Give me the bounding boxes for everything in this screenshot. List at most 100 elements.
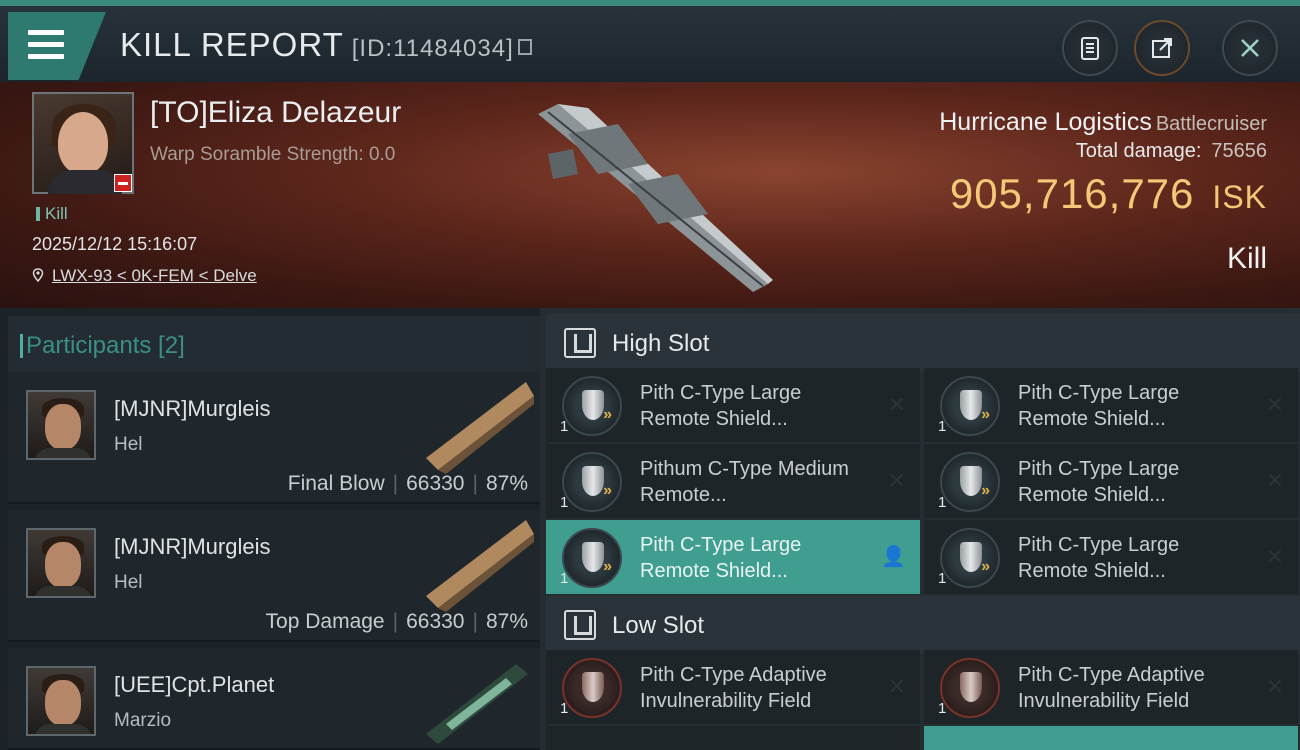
victim-ship: Hurricane Logistics Battlecruiser: [939, 108, 1267, 137]
module-name: Pith C-Type Large Remote Shield...: [640, 534, 802, 582]
module-item[interactable]: » 1 Pith C-Type Large Remote Shield... 👤: [546, 520, 920, 594]
victim-avatar[interactable]: [32, 92, 134, 194]
avatar-body: [34, 586, 92, 596]
avatar-face: [45, 542, 81, 588]
damage-value: 66330: [406, 472, 465, 495]
shield-module-icon: »: [562, 528, 622, 588]
module-qty: 1: [560, 418, 569, 435]
destroyed-x-icon: ✕: [1265, 392, 1284, 417]
warp-scramble-strength: Warp Soramble Strength: 0.0: [150, 144, 396, 165]
location-link[interactable]: LWX-93 < 0K-FEM < Delve: [32, 266, 257, 286]
avatar-face: [45, 404, 81, 450]
clipboard-icon: [1081, 37, 1099, 60]
destroyed-x-icon: ✕: [1265, 468, 1284, 493]
module-item-partial[interactable]: [924, 726, 1298, 750]
hostile-badge-icon: [114, 174, 132, 192]
module-name: Pithum C-Type Medium Remote...: [640, 458, 849, 506]
participants-header: Participants [2]: [8, 316, 540, 372]
module-item[interactable]: » 1 Pith C-Type Large Remote Shield... ✕: [924, 368, 1298, 442]
victim-banner: [TO]Eliza Delazeur Warp Soramble Strengt…: [0, 82, 1300, 308]
participant-row[interactable]: [MJNR]Murgleis Hel Final Blow | 66330 | 87%: [8, 372, 540, 504]
module-item[interactable]: » 1 Pith C-Type Large Remote Shield... ✕: [546, 368, 920, 442]
stat-separator: |: [472, 610, 478, 633]
module-name: Pith C-Type Large Remote Shield...: [1018, 382, 1180, 430]
kill-tag: Kill: [36, 204, 68, 224]
destroyed-x-icon: ✕: [887, 674, 906, 699]
share-button[interactable]: [1134, 20, 1190, 76]
victim-ship-image: [538, 104, 773, 292]
copy-icon[interactable]: [517, 39, 532, 56]
meta-chevron-icon: »: [981, 406, 990, 423]
clipboard-button[interactable]: [1062, 20, 1118, 76]
module-qty: 1: [938, 570, 947, 587]
participant-name: [UEE]Cpt.Planet: [114, 672, 275, 697]
kill-id: [ID:11484034]: [351, 35, 514, 62]
close-button[interactable]: [1222, 20, 1278, 76]
low-slot-icon: [564, 610, 596, 640]
ship-name: Hurricane Logistics: [939, 108, 1152, 136]
meta-chevron-icon: »: [603, 482, 612, 499]
total-damage: Total damage: 75656: [1076, 140, 1267, 163]
destroyed-x-icon: ✕: [887, 468, 906, 493]
avatar-face: [58, 112, 108, 174]
participant-row[interactable]: [MJNR]Murgleis Hel Top Damage | 66330 | 87%: [8, 510, 540, 642]
shield-glyph: [582, 390, 604, 420]
menu-icon-bar: [28, 42, 64, 47]
menu-button[interactable]: [8, 12, 106, 80]
damage-percent: 87%: [485, 610, 528, 633]
module-qty: 1: [938, 494, 947, 511]
dropped-person-icon: 👤: [881, 546, 906, 568]
module-item-partial[interactable]: [546, 726, 920, 750]
shield-glyph: [582, 672, 604, 702]
close-icon: [1241, 39, 1259, 57]
module-name: Pith C-Type Large Remote Shield...: [1018, 458, 1180, 506]
shield-glyph: [582, 542, 604, 572]
damage-percent: 87%: [485, 472, 528, 495]
participants-panel: Participants [2] [MJNR]Murgleis Hel Fina…: [0, 308, 540, 750]
module-name: Pith C-Type Adaptive Invulnerability Fie…: [640, 664, 827, 712]
stat-separator: |: [392, 610, 399, 633]
participant-ship: Hel: [114, 572, 143, 593]
module-item[interactable]: 1 Pith C-Type Adaptive Invulnerability F…: [546, 650, 920, 724]
participant-stats: Final Blow | 66330 | 87%: [288, 472, 528, 496]
shield-module-icon: »: [940, 528, 1000, 588]
destroyed-x-icon: ✕: [1265, 544, 1284, 569]
participant-name: [MJNR]Murgleis: [114, 534, 271, 559]
module-qty: 1: [560, 700, 569, 717]
module-item[interactable]: » 1 Pithum C-Type Medium Remote... ✕: [546, 444, 920, 518]
module-item[interactable]: 1 Pith C-Type Adaptive Invulnerability F…: [924, 650, 1298, 724]
module-qty: 1: [938, 700, 947, 717]
participant-name: [MJNR]Murgleis: [114, 396, 271, 421]
stat-label: Top Damage: [265, 610, 385, 633]
stat-separator: |: [392, 472, 399, 495]
module-qty: 1: [560, 570, 569, 587]
participant-ship-image: [426, 520, 534, 612]
header-bar: KILL REPORT [ID:11484034]: [0, 0, 1300, 82]
participant-ship-image: [426, 664, 528, 744]
module-name: Pith C-Type Adaptive Invulnerability Fie…: [1018, 664, 1205, 712]
destroyed-x-icon: ✕: [887, 392, 906, 417]
module-name: Pith C-Type Large Remote Shield...: [640, 382, 802, 430]
participant-ship: Marzio: [114, 710, 172, 731]
module-item[interactable]: » 1 Pith C-Type Large Remote Shield... ✕: [924, 444, 1298, 518]
page-title: KILL REPORT [ID:11484034]: [120, 26, 532, 64]
participant-avatar: [26, 666, 96, 736]
result-label: Kill: [1226, 242, 1267, 275]
avatar-body: [34, 448, 92, 458]
invulnerability-module-icon: [940, 658, 1000, 718]
ship-class: Battlecruiser: [1155, 113, 1267, 135]
shield-glyph: [960, 542, 982, 572]
participant-row[interactable]: [UEE]Cpt.Planet Marzio: [8, 648, 540, 750]
high-slot-label: High Slot: [612, 330, 710, 357]
meta-chevron-icon: »: [981, 482, 990, 499]
participant-stats: Top Damage | 66330 | 87%: [266, 610, 528, 634]
total-damage-label: Total damage:: [1075, 140, 1202, 162]
shield-module-icon: »: [562, 452, 622, 512]
share-icon: [1152, 38, 1172, 58]
location-text: LWX-93 < 0K-FEM < Delve: [52, 266, 257, 285]
module-item[interactable]: » 1 Pith C-Type Large Remote Shield... ✕: [924, 520, 1298, 594]
stat-separator: |: [472, 472, 478, 495]
low-slot-label: Low Slot: [612, 612, 705, 639]
shield-glyph: [582, 466, 604, 496]
shield-module-icon: »: [562, 376, 622, 436]
